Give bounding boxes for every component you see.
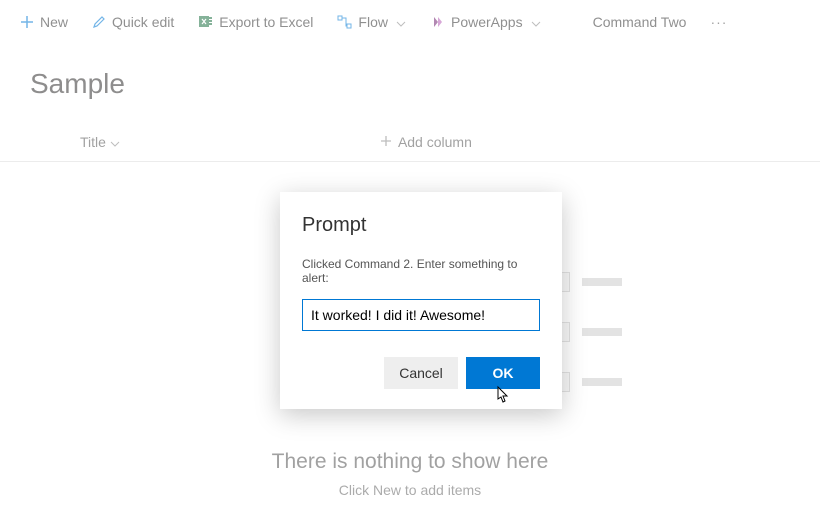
prompt-input[interactable] <box>302 299 540 331</box>
dialog-buttons: Cancel OK <box>302 357 540 389</box>
ok-button[interactable]: OK <box>466 357 540 389</box>
prompt-dialog: Prompt Clicked Command 2. Enter somethin… <box>280 192 562 409</box>
dialog-title: Prompt <box>302 214 540 237</box>
cancel-button[interactable]: Cancel <box>384 357 458 389</box>
dialog-message: Clicked Command 2. Enter something to al… <box>302 257 540 285</box>
